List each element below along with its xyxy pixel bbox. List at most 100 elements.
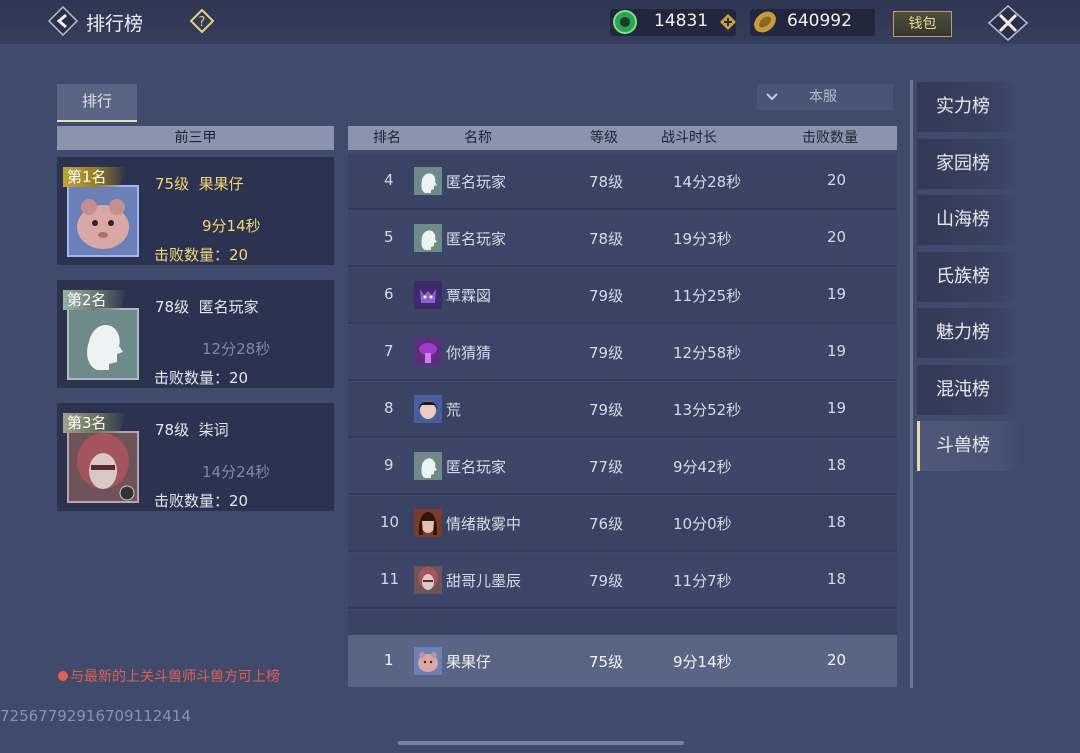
table-row-partial[interactable] [348,610,897,635]
close-icon[interactable] [988,5,1028,41]
table-row[interactable]: 10 情绪散雾中 76级 10分0秒 18 [348,496,897,552]
row-rank: 4 [384,171,394,189]
row-battle-time: 14分28秒 [673,173,742,191]
row-battle-time: 11分25秒 [673,287,742,305]
tab-rank[interactable]: 排行 [57,84,137,122]
row-kills: 19 [827,399,847,417]
table-row[interactable]: 4 匿名玩家 78级 14分28秒 20 [348,154,897,210]
warning-icon [58,671,68,681]
player-level: 75级 [155,175,190,193]
jade-icon [613,10,637,34]
svg-text:?: ? [199,15,206,30]
row-level: 79级 [589,287,624,305]
table-row[interactable]: 8 荒 79级 13分52秒 19 [348,382,897,438]
row-rank: 5 [384,228,394,246]
server-select[interactable]: 本服 [757,84,893,110]
row-kills: 19 [827,342,847,360]
player-name: 柒词 [198,421,229,439]
avatar [414,338,442,366]
top-bar: 排行榜 ? 14831 640992 钱包 [0,0,1080,44]
player-level: 78级 [155,298,190,316]
row-level: 76级 [589,515,624,533]
avatar [67,185,139,257]
side-tab-clan[interactable]: 氏族榜 [917,252,1017,302]
notice-text: 与最新的上关斗兽师斗兽方可上榜 [70,669,280,685]
row-battle-time: 9分14秒 [673,653,732,671]
side-tab-strength[interactable]: 实力榜 [917,82,1017,132]
top-card-3[interactable]: 第3名 78级 柒词 14分24秒 击败数量：20 [57,403,334,511]
row-name: 甜哥儿墨辰 [446,572,522,590]
side-tab-chaos[interactable]: 混沌榜 [917,365,1017,415]
player-level: 78级 [155,421,190,439]
row-name: 匿名玩家 [446,230,507,248]
column-level: 等级 [590,130,618,146]
user-id: 7256779291670911241​4 [0,707,191,725]
avatar [414,281,442,309]
avatar [414,647,442,675]
table-row[interactable]: 9 匿名玩家 77级 9分42秒 18 [348,439,897,495]
help-icon[interactable]: ? [190,9,214,33]
top-card-1[interactable]: 第1名 75级 果果仔 9分14秒 击败数量：20 [57,157,334,265]
avatar [414,167,442,195]
row-kills: 18 [827,456,847,474]
kill-count: 击败数量：20 [154,246,249,264]
battle-time: 12分28秒 [202,340,271,358]
my-rank-row[interactable]: 1 果果仔 75级 9分14秒 20 [348,635,897,687]
table-row[interactable]: 6 覃霖図 79级 11分25秒 19 [348,268,897,324]
table-row[interactable]: 7 你猜猜 79级 12分58秒 19 [348,325,897,381]
player-name: 匿名玩家 [198,298,259,316]
row-level: 75级 [589,653,624,671]
kill-count: 击败数量：20 [154,492,249,510]
notice: 与最新的上关斗兽师斗兽方可上榜 [58,666,280,686]
row-rank: 7 [384,342,394,360]
row-rank: 8 [384,399,394,417]
table-row[interactable]: 5 匿名玩家 78级 19分3秒 20 [348,211,897,267]
row-name: 你猜猜 [446,344,492,362]
row-battle-time: 19分3秒 [673,230,732,248]
rank-label: 第3名 [67,414,107,432]
side-tab-beast-fight[interactable]: 斗兽榜 [917,421,1020,471]
row-level: 78级 [589,230,624,248]
side-tab-home[interactable]: 家园榜 [917,139,1017,189]
avatar [414,566,442,594]
row-level: 77级 [589,458,624,476]
kill-count: 击败数量：20 [154,369,249,387]
avatar [67,431,139,503]
avatar [414,452,442,480]
chevron-down-icon [766,93,778,101]
side-tab-charm[interactable]: 魅力榜 [917,308,1017,358]
row-kills: 19 [827,285,847,303]
row-level: 79级 [589,401,624,419]
row-kills: 18 [827,513,847,531]
avatar [67,308,139,380]
row-name: 匿名玩家 [446,458,507,476]
column-kills: 击败数量 [802,130,858,146]
avatar [414,395,442,423]
jade-amount: 14831 [654,11,709,31]
side-tab-shanhai[interactable]: 山海榜 [917,195,1017,245]
page-title: 排行榜 [86,13,144,35]
top-card-2[interactable]: 第2名 78级 匿名玩家 12分28秒 击败数量：20 [57,280,334,388]
row-level: 79级 [589,344,624,362]
row-rank: 9 [384,456,394,474]
row-battle-time: 11分7秒 [673,572,732,590]
back-arrow-icon[interactable] [48,6,78,36]
list-header: 排名 名称 等级 战斗时长 击败数量 [348,126,897,150]
row-battle-time: 13分52秒 [673,401,742,419]
player-info: 78级 匿名玩家 [155,296,259,317]
row-battle-time: 12分58秒 [673,344,742,362]
wallet-button[interactable]: 钱包 [893,11,952,37]
player-info: 75级 果果仔 [155,173,244,194]
row-kills: 20 [827,651,847,669]
row-rank: 11 [380,570,400,588]
rank-label: 第2名 [67,291,107,309]
ranking-list[interactable]: 4 匿名玩家 78级 14分28秒 20 5 匿名玩家 78级 19分3秒 20… [348,152,897,635]
coin-amount: 640992 [787,11,852,31]
player-name: 果果仔 [198,175,244,193]
divider [910,80,913,688]
table-row[interactable]: 11 甜哥儿墨辰 79级 11分7秒 18 [348,553,897,609]
avatar [414,509,442,537]
home-indicator[interactable] [398,741,684,745]
gold-coin-icon [754,11,776,33]
add-jade-icon[interactable] [720,14,736,30]
